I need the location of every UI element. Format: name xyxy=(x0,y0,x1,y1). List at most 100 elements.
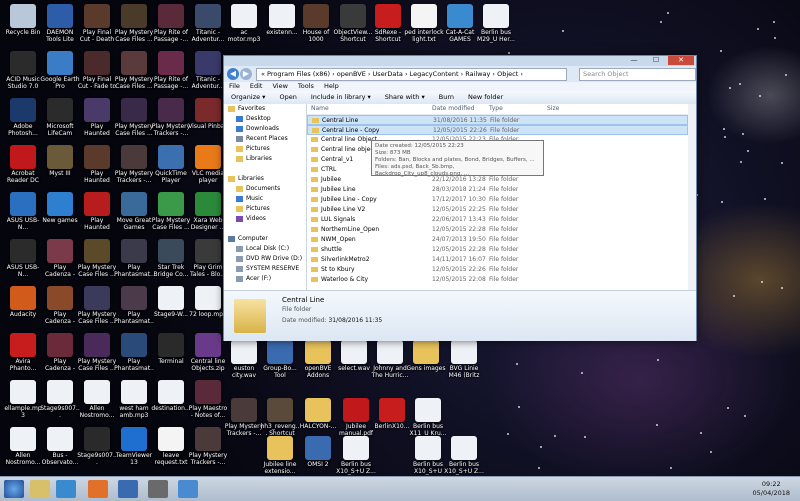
desktop-icon[interactable]: Google Earth Pro xyxy=(40,51,80,90)
desktop-icon[interactable]: Stage9s007... xyxy=(40,380,80,419)
desktop-icon[interactable]: Play Phantasmat... xyxy=(114,286,154,325)
forward-icon[interactable]: ▶ xyxy=(240,68,252,80)
desktop-icon[interactable]: Play Phantasmat... xyxy=(114,333,154,372)
desktop-icon[interactable]: QuickTime Player xyxy=(151,145,191,184)
desktop-icon[interactable]: TeamViewer 13 xyxy=(114,427,154,466)
toolbar-button[interactable]: New folder xyxy=(468,93,503,101)
desktop-icon[interactable]: Stage9-W... xyxy=(151,286,191,318)
desktop-icon[interactable]: select.wav xyxy=(334,340,374,372)
app-taskbar-icon[interactable] xyxy=(178,480,198,498)
desktop-icon[interactable]: ObjectView... Shortcut xyxy=(333,4,373,43)
nav-item[interactable]: Downloads xyxy=(224,124,306,134)
desktop-icon[interactable]: Play Haunted Hotel - Phom... xyxy=(77,145,117,184)
file-row[interactable]: Jubilee Line 28/03/2018 21:24 File folder xyxy=(307,185,688,195)
desktop-icon[interactable]: Microsoft LifeCam xyxy=(40,98,80,137)
nav-item[interactable]: Recent Places xyxy=(224,134,306,144)
desktop-icon[interactable]: ASUS USB-N... xyxy=(3,239,43,278)
desktop-icon[interactable]: Myst III xyxy=(40,145,80,177)
desktop-icon[interactable]: Play Mystery Case Files ... xyxy=(77,239,117,278)
desktop-icon[interactable]: Play Mystery Case Files ... xyxy=(77,333,117,372)
nav-item[interactable]: Documents xyxy=(224,184,306,194)
desktop-icon[interactable]: Play Final Cut - Death on t... xyxy=(77,4,117,43)
media-taskbar-icon[interactable] xyxy=(56,480,76,498)
menu-view[interactable]: View xyxy=(272,82,287,90)
desktop-icon[interactable]: Audacity xyxy=(3,286,43,318)
menu-edit[interactable]: Edit xyxy=(250,82,263,90)
desktop-icon[interactable]: Berlin bus X10_S+U Teltow... xyxy=(408,436,448,475)
desktop-icon[interactable]: Play Cadenza - Music Bet... xyxy=(40,286,80,325)
desktop-icon[interactable]: ASUS USB-N... xyxy=(3,192,43,231)
nav-item[interactable]: Local Disk (C:) xyxy=(224,244,306,254)
file-row[interactable]: SilverlinkMetro2 14/11/2017 16:07 File fol… xyxy=(307,255,688,265)
desktop-icon[interactable]: Play Phantasmat... xyxy=(114,239,154,278)
vertical-scrollbar[interactable] xyxy=(688,104,696,290)
file-row[interactable]: St to Kbury 12/05/2015 22:26 File folder xyxy=(307,265,688,275)
desktop-icon[interactable]: Central line Objects.zip xyxy=(188,333,228,372)
file-row[interactable]: Jubilee Line - Copy 17/12/2017 10:30 File … xyxy=(307,195,688,205)
desktop-icon[interactable]: Jubilee line extensio... xyxy=(260,436,300,475)
desktop-icon[interactable]: Play Rite of Passage -... xyxy=(151,51,191,90)
nav-item[interactable]: Favorites xyxy=(224,104,306,114)
desktop-icon[interactable]: ellample.mp3 xyxy=(3,380,43,419)
desktop-icon[interactable]: Xara Web Designer ... xyxy=(188,192,228,231)
column-type[interactable]: Type xyxy=(489,104,503,114)
desktop-icon[interactable]: destination... xyxy=(151,380,191,412)
nav-item[interactable]: Libraries xyxy=(224,154,306,164)
nav-item[interactable]: Libraries xyxy=(224,174,306,184)
window-titlebar[interactable]: — ☐ ✕ xyxy=(224,56,696,66)
desktop-icon[interactable]: Adobe Photosh... xyxy=(3,98,43,137)
desktop-icon[interactable]: ac motor.mp3 xyxy=(224,4,264,43)
desktop-icon[interactable]: BerlinX10... xyxy=(372,398,412,430)
column-size[interactable]: Size xyxy=(547,104,559,114)
desktop-icon[interactable]: Play Mystery Case Files ... xyxy=(114,98,154,137)
desktop-icon[interactable]: Play Mystery Case Files ... xyxy=(77,286,117,325)
desktop-icon[interactable]: ped interlock light.txt xyxy=(404,4,444,43)
desktop-icon[interactable]: Terminal xyxy=(151,333,191,365)
toolbar-button[interactable]: Share with ▾ xyxy=(385,93,425,101)
file-row[interactable]: shuttle 12/05/2015 22:28 File folder xyxy=(307,245,688,255)
clock[interactable]: 09:22 05/04/2018 xyxy=(753,480,790,498)
desktop-icon[interactable]: Titanic - Adventur... xyxy=(188,51,228,90)
desktop-icon[interactable]: Star Trek Bridge Co... xyxy=(151,239,191,278)
desktop-icon[interactable]: Recycle Bin xyxy=(3,4,43,36)
desktop-icon[interactable]: leave request.txt xyxy=(151,427,191,466)
nav-item[interactable]: Videos xyxy=(224,214,306,224)
desktop-icon[interactable]: HALCYON-... xyxy=(298,398,338,430)
window-taskbar-icon[interactable] xyxy=(118,480,138,498)
desktop-icon[interactable]: Visual Pinball xyxy=(188,98,228,130)
desktop-icon[interactable]: Avira Phanto... xyxy=(3,333,43,372)
menu-help[interactable]: Help xyxy=(324,82,339,90)
desktop-icon[interactable]: openBVE Addons xyxy=(298,340,338,379)
app-taskbar-icon[interactable] xyxy=(148,480,168,498)
nav-item[interactable]: Computer xyxy=(224,234,306,244)
desktop-icon[interactable]: OMSI 2 xyxy=(298,436,338,468)
nav-item[interactable]: DVD RW Drive (D:) xyxy=(224,254,306,264)
file-row[interactable]: Waterloo & City 12/05/2015 22:08 File fold… xyxy=(307,275,688,285)
desktop-icon[interactable]: Play Cadenza - The Kiss o... xyxy=(40,333,80,372)
desktop-icon[interactable]: Gens images xyxy=(406,340,446,372)
desktop-icon[interactable]: Acrobat Reader DC xyxy=(3,145,43,184)
explorer-window[interactable]: — ☐ ✕ ◀ ▶ « Program Files (x86) › openBV… xyxy=(223,55,697,341)
file-row[interactable]: Central Line 31/08/2016 11:35 File folder xyxy=(307,115,688,125)
desktop-icon[interactable]: west ham amb.mp3 xyxy=(114,380,154,419)
explorer-taskbar-icon[interactable] xyxy=(30,480,50,498)
desktop-icon[interactable]: Play Haunted Hotel - The... xyxy=(77,192,117,231)
file-row[interactable]: Jubilee Line V2 12/05/2015 22:25 File fold… xyxy=(307,205,688,215)
desktop-icon[interactable]: Group-Bo... Tool xyxy=(260,340,300,379)
desktop-icon[interactable]: Play Mystery Case Files ... xyxy=(151,192,191,231)
desktop-icon[interactable]: Play Mystery Trackers -... xyxy=(188,427,228,466)
nav-item[interactable]: Music xyxy=(224,194,306,204)
desktop-icon[interactable]: Berlin bus X10_S+U Z... xyxy=(336,436,376,475)
desktop-icon[interactable]: Play Final Cut - Fade to Bl... xyxy=(77,51,117,90)
start-button[interactable] xyxy=(4,480,24,498)
desktop-icon[interactable]: Play Haunted Hotel - Etern... xyxy=(77,98,117,137)
desktop-icon[interactable]: Play Grim Tales - Blo... xyxy=(188,239,228,278)
toolbar-button[interactable]: Burn xyxy=(439,93,454,101)
desktop-icon[interactable]: Berlin bus M29_U Her... xyxy=(476,4,516,43)
desktop-icon[interactable]: Cat-A-Cat GAMES xyxy=(440,4,480,43)
maximize-button[interactable]: ☐ xyxy=(646,56,666,65)
desktop-icon[interactable]: DAEMON Tools Lite xyxy=(40,4,80,43)
file-row[interactable]: NorthernLine_Open 12/05/2015 22:28 File fo… xyxy=(307,225,688,235)
desktop-icon[interactable]: Jubilee manual.pdf xyxy=(336,398,376,437)
desktop-icon[interactable]: Play Rite of Passage -... xyxy=(151,4,191,43)
